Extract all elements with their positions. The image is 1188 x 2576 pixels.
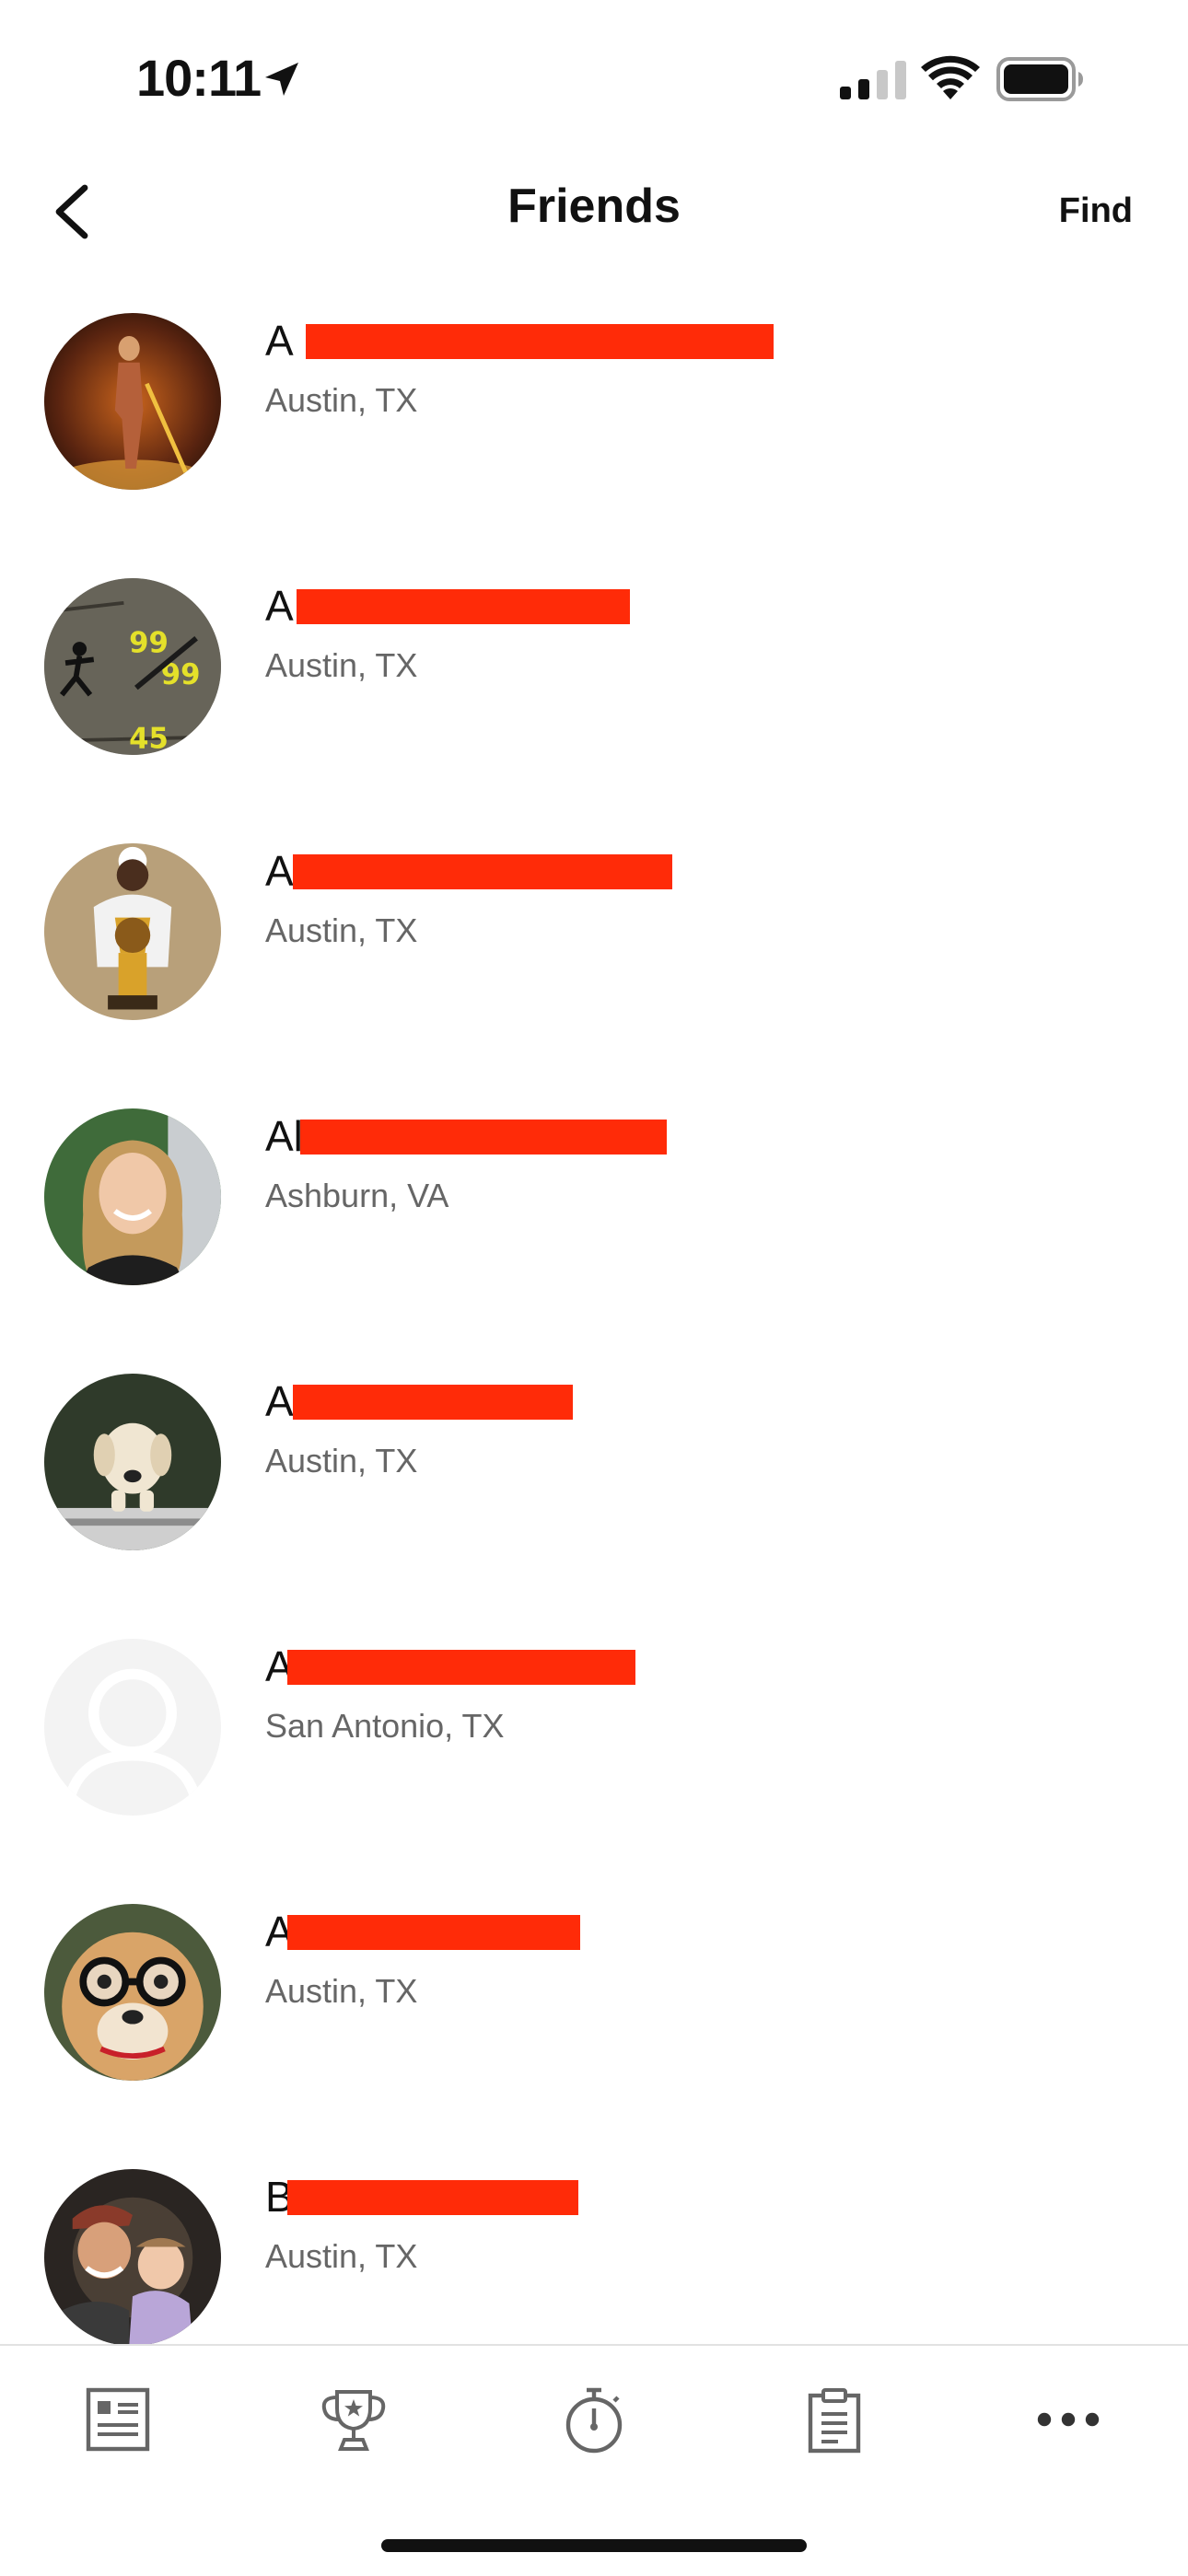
friend-location: San Antonio, TX: [265, 1707, 505, 1745]
redaction-bar: [287, 2180, 578, 2215]
svg-text:99: 99: [129, 627, 169, 660]
page-title: Friends: [507, 180, 681, 233]
nav-bar: Friends Find: [0, 157, 1188, 267]
battery-icon: [996, 57, 1083, 101]
wifi-icon: [921, 55, 980, 99]
friend-location: Austin, TX: [265, 2237, 418, 2275]
clipboard-icon: [808, 2388, 861, 2454]
trophy-icon: [321, 2390, 386, 2451]
feed-icon: [86, 2387, 150, 2452]
woman-portrait-avatar: [44, 1108, 221, 1285]
redaction-bar: [293, 1385, 573, 1420]
redaction-bar: [293, 854, 672, 889]
fire-figure-avatar: [44, 313, 221, 490]
stopwatch-icon: [565, 2387, 623, 2454]
friend-location: Austin, TX: [265, 1972, 418, 2010]
game-stats-avatar: 99 99 45: [44, 578, 221, 755]
friend-name: A: [265, 317, 294, 365]
tab-training-log[interactable]: [798, 2383, 871, 2456]
friend-location: Austin, TX: [265, 1442, 418, 1479]
friend-row[interactable]: A Austin, TX: [0, 1357, 1188, 1622]
find-button[interactable]: Find: [1059, 191, 1133, 231]
friend-name: Al: [265, 1112, 303, 1160]
home-indicator: [381, 2539, 807, 2552]
friend-row[interactable]: Al Ashburn, VA: [0, 1092, 1188, 1357]
friend-location: Austin, TX: [265, 911, 418, 949]
cellular-signal-icon: [840, 61, 906, 99]
friend-location: Austin, TX: [265, 381, 418, 419]
redaction-bar: [306, 324, 774, 359]
tab-record[interactable]: [557, 2383, 631, 2456]
dog-avatar: [44, 1374, 221, 1550]
redaction-bar: [287, 1915, 580, 1950]
friend-name: A: [265, 1377, 294, 1425]
redaction-bar: [287, 1650, 635, 1685]
family-avatar: [44, 2169, 221, 2346]
redaction-bar: [300, 1120, 667, 1155]
location-arrow-icon: [265, 63, 298, 96]
more-icon: [1037, 2412, 1100, 2427]
dog-glasses-avatar: [44, 1904, 221, 2081]
status-time: 10:11: [136, 49, 262, 107]
friend-row[interactable]: A San Antonio, TX: [0, 1622, 1188, 1887]
friend-location: Ashburn, VA: [265, 1177, 449, 1214]
status-bar: 10:11: [0, 0, 1188, 157]
tab-feed[interactable]: [81, 2383, 155, 2456]
friend-name: A: [265, 847, 294, 895]
friend-row[interactable]: A Austin, TX: [0, 1887, 1188, 2152]
friend-row[interactable]: 99 99 45 A Austin, TX: [0, 562, 1188, 827]
tab-challenges[interactable]: [317, 2383, 390, 2456]
default-person-avatar: [44, 1639, 221, 1816]
svg-text:45: 45: [129, 722, 169, 755]
trophy-person-avatar: [44, 843, 221, 1020]
tab-more[interactable]: [1031, 2383, 1105, 2456]
friend-name: A: [265, 582, 294, 630]
redaction-bar: [297, 589, 630, 624]
friend-row[interactable]: A Austin, TX: [0, 296, 1188, 562]
friend-row[interactable]: A Austin, TX: [0, 827, 1188, 1092]
friend-location: Austin, TX: [265, 646, 418, 684]
